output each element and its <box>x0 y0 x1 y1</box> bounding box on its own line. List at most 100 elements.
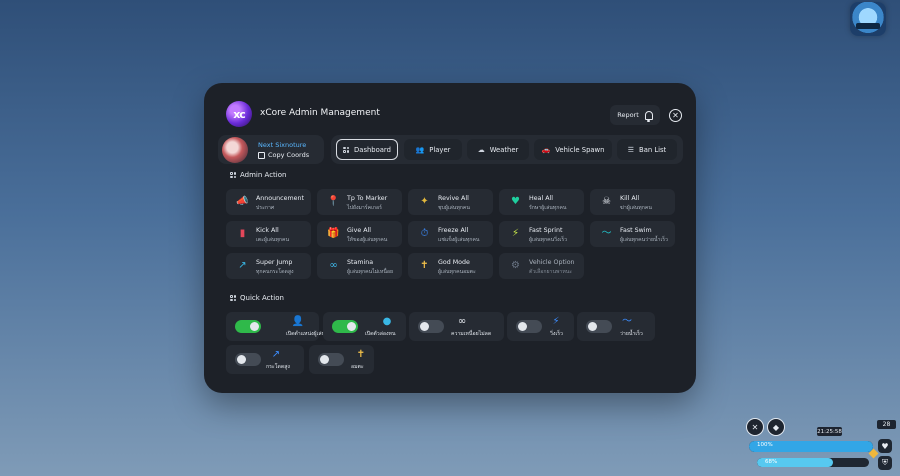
infinity-icon: ∞ <box>457 316 467 327</box>
health-bar-label: 100% <box>757 442 773 448</box>
quick-action-label: ความเหนื่อยไม่ลด <box>451 331 492 337</box>
action-label: Announcement <box>256 195 304 202</box>
shield-icon: ⛨ <box>878 456 892 470</box>
toggle-switch[interactable] <box>332 320 358 333</box>
admin-action-kick-all[interactable]: ▮ Kick All เตะผู้เล่นทุกคน <box>226 221 311 247</box>
action-sublabel: แช่แข็งผู้เล่นทุกคน <box>438 237 480 243</box>
tab-label: Weather <box>489 145 519 154</box>
quick-action-label: วิ่งเร็ว <box>550 331 563 337</box>
action-sublabel: ชุบผู้เล่นทุกคน <box>438 205 470 211</box>
action-sublabel: ตัวเลือกยานพาหนะ <box>529 269 573 275</box>
quick-action-item: ⚡ วิ่งเร็ว <box>507 312 574 341</box>
jump-icon: ↗ <box>238 259 247 271</box>
cross-icon: ✝ <box>356 349 366 360</box>
copy-coords-button[interactable]: Copy Coords <box>258 151 309 159</box>
profile-name: Next Sixnoture <box>258 141 307 149</box>
cloud-icon: ☁ <box>477 145 485 154</box>
report-label: Report <box>617 111 639 119</box>
grid-icon <box>230 172 236 178</box>
admin-action-stamina[interactable]: ∞ Stamina ผู้เล่นทุกคนไม่เหนื่อย <box>317 253 402 279</box>
section-label: Quick Action <box>240 294 284 302</box>
toggle-switch[interactable] <box>418 320 444 333</box>
action-sublabel: ไปยังมาร์คเกอร์ <box>347 205 382 211</box>
tab-label: Player <box>429 145 451 154</box>
toggle-switch[interactable] <box>235 320 261 333</box>
copy-icon <box>258 151 265 159</box>
close-icon[interactable]: ✕ <box>669 109 682 122</box>
admin-action-tp-to-marker[interactable]: 📍 Tp To Marker ไปยังมาร์คเกอร์ <box>317 189 402 215</box>
tab-weather[interactable]: ☁ Weather <box>467 139 529 160</box>
action-sublabel: ผู้เล่นทุกคนอมตะ <box>438 269 476 275</box>
users-icon: 👥 <box>415 145 425 154</box>
tab-ban-list[interactable]: ☰ Ban List <box>617 139 677 160</box>
admin-action-god-mode[interactable]: ✝ God Mode ผู้เล่นทุกคนอมตะ <box>408 253 493 279</box>
action-label: Fast Swim <box>620 227 652 234</box>
vehicle-icon: ⚙ <box>511 259 520 271</box>
action-sublabel: ทุกคนกระโดดสูง <box>256 269 294 275</box>
action-sublabel: เตะผู้เล่นทุกคน <box>256 237 290 243</box>
quick-action-item: 👤 เปิดตำแหน่งผู้เล่น <box>226 312 325 341</box>
app-logo: xc <box>226 101 252 127</box>
armor-bar-label: 68% <box>765 459 778 465</box>
admin-action-fast-sprint[interactable]: ⚡ Fast Sprint ผู้เล่นทุกคนวิ่งเร็ว <box>499 221 584 247</box>
map-pin-icon: 📍 <box>327 195 340 207</box>
report-button[interactable]: Report <box>610 105 660 125</box>
quick-action-title: Quick Action <box>230 294 284 302</box>
health-bar: 100% <box>749 441 873 452</box>
admin-action-give-all[interactable]: 🎁 Give All ให้ของผู้เล่นทุกคน <box>317 221 402 247</box>
admin-action-announcement[interactable]: 📣 Announcement ประกาศ <box>226 189 311 215</box>
jump-icon: ↗ <box>271 349 281 360</box>
action-label: Tp To Marker <box>347 195 388 202</box>
door-icon: ▮ <box>239 227 246 239</box>
grid-icon <box>230 295 236 301</box>
ghost-icon: ● <box>382 316 392 327</box>
tab-dashboard[interactable]: Dashboard <box>336 139 398 160</box>
cross-icon: ✝ <box>420 259 429 271</box>
sprint-icon: ⚡ <box>511 227 520 239</box>
action-label: Freeze All <box>438 227 469 234</box>
tab-label: Dashboard <box>354 145 391 154</box>
player-location-icon: 👤 <box>291 316 305 327</box>
quick-action-item: ∞ ความเหนื่อยไม่ลด <box>409 312 504 341</box>
action-sublabel: ให้ของผู้เล่นทุกคน <box>347 237 388 243</box>
action-label: Give All <box>347 227 372 234</box>
list-icon: ☰ <box>627 145 635 154</box>
quick-action-label: อมตะ <box>351 364 364 370</box>
admin-action-freeze-all[interactable]: ⏱ Freeze All แช่แข็งผู้เล่นทุกคน <box>408 221 493 247</box>
admin-action-revive-all[interactable]: ✦ Revive All ชุบผู้เล่นทุกคน <box>408 189 493 215</box>
action-sublabel: ประกาศ <box>256 205 275 211</box>
swim-icon: 〜 <box>622 316 632 327</box>
grid-icon <box>343 146 350 153</box>
toggle-switch[interactable] <box>586 320 612 333</box>
swim-icon: 〜 <box>601 227 612 239</box>
toggle-switch[interactable] <box>235 353 261 366</box>
avatar <box>222 137 248 163</box>
tab-vehicle-spawn[interactable]: 🚗 Vehicle Spawn <box>534 139 612 160</box>
action-label: Heal All <box>529 195 554 202</box>
action-label: Stamina <box>347 259 374 266</box>
tab-player[interactable]: 👥 Player <box>404 139 462 160</box>
tools-icon: ✕ <box>746 418 764 436</box>
action-label: Kill All <box>620 195 640 202</box>
profile-card: Next Sixnoture Copy Coords <box>218 135 324 164</box>
section-label: Admin Action <box>240 171 287 179</box>
action-sublabel: รักษาผู้เล่นทุกคน <box>529 205 567 211</box>
admin-action-fast-swim[interactable]: 〜 Fast Swim ผู้เล่นทุกคนว่ายน้ำเร็ว <box>590 221 675 247</box>
heart-icon: ♥ <box>878 439 892 453</box>
action-label: Super Jump <box>256 259 293 266</box>
quick-action-label: ว่ายน้ำเร็ว <box>620 331 643 337</box>
warning-icon <box>868 448 879 459</box>
admin-action-vehicle-option[interactable]: ⚙ Vehicle Option ตัวเลือกยานพาหนะ <box>499 253 584 279</box>
admin-action-super-jump[interactable]: ↗ Super Jump ทุกคนกระโดดสูง <box>226 253 311 279</box>
car-icon: 🚗 <box>541 145 551 154</box>
drop-icon: ◆ <box>767 418 785 436</box>
admin-action-heal-all[interactable]: ♥ Heal All รักษาผู้เล่นทุกคน <box>499 189 584 215</box>
action-label: Fast Sprint <box>529 227 563 234</box>
quick-action-label: กระโดดสูง <box>266 364 290 370</box>
armor-bar: 68% <box>757 458 869 467</box>
action-sublabel: ฆ่าผู้เล่นทุกคน <box>620 205 652 211</box>
action-sublabel: ผู้เล่นทุกคนวิ่งเร็ว <box>529 237 568 243</box>
toggle-switch[interactable] <box>318 353 344 366</box>
toggle-switch[interactable] <box>516 320 542 333</box>
admin-action-kill-all[interactable]: ☠ Kill All ฆ่าผู้เล่นทุกคน <box>590 189 675 215</box>
